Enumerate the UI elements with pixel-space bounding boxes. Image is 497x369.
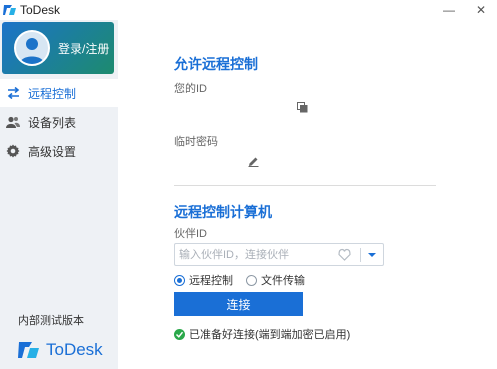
title-bar: ToDesk — ✕ xyxy=(0,0,497,20)
sidebar-item-advanced-settings[interactable]: 高级设置 xyxy=(0,137,118,165)
your-id-label: 您的ID xyxy=(174,83,207,95)
mode-remote-control-radio[interactable]: 远程控制 xyxy=(174,272,233,288)
sidebar-item-label: 远程控制 xyxy=(28,86,77,101)
brand-logo: ToDesk xyxy=(18,340,103,360)
clear-input-icon[interactable] xyxy=(338,248,351,261)
sidebar-item-device-list[interactable]: 设备列表 xyxy=(0,108,118,136)
avatar xyxy=(14,30,50,66)
window-title: ToDesk xyxy=(20,3,61,17)
mode-file-transfer-radio[interactable]: 文件传输 xyxy=(246,272,305,288)
remote-control-computer-title: 远程控制计算机 xyxy=(174,204,272,220)
pencil-icon[interactable] xyxy=(248,156,259,167)
users-icon xyxy=(6,115,20,129)
gear-icon xyxy=(6,144,20,158)
partner-id-combobox xyxy=(174,243,384,266)
minimize-button[interactable]: — xyxy=(433,0,465,20)
divider xyxy=(174,185,436,186)
copy-icon[interactable] xyxy=(297,102,308,113)
login-register-label: 登录/注册 xyxy=(58,41,110,56)
close-button[interactable]: ✕ xyxy=(465,0,497,20)
radio-label: 远程控制 xyxy=(189,275,233,287)
user-silhouette-icon xyxy=(20,38,44,64)
version-label: 内部测试版本 xyxy=(18,315,84,327)
sidebar-item-label: 设备列表 xyxy=(28,115,77,130)
check-circle-icon xyxy=(174,328,185,340)
swap-arrows-icon xyxy=(6,86,20,100)
chevron-down-icon[interactable] xyxy=(367,248,377,261)
sidebar: 登录/注册 远程控制 设备列表 高级设置 内部测试版本 ToDesk xyxy=(0,20,118,369)
sidebar-item-remote-control[interactable]: 远程控制 xyxy=(0,79,118,107)
todesk-logo-icon xyxy=(18,342,39,358)
todesk-logo-icon xyxy=(3,5,16,15)
temp-password-label: 临时密码 xyxy=(174,136,218,148)
partner-id-input[interactable] xyxy=(179,244,334,265)
allow-remote-title: 允许远程控制 xyxy=(174,56,258,72)
radio-button[interactable] xyxy=(246,274,257,286)
partner-id-label: 伙伴ID xyxy=(174,228,207,240)
radio-label: 文件传输 xyxy=(261,275,305,287)
separator xyxy=(360,248,361,262)
window-controls: — ✕ xyxy=(433,0,497,20)
status-text: 已准备好连接(端到端加密已启用) xyxy=(189,329,351,341)
sidebar-item-label: 高级设置 xyxy=(28,144,77,159)
connect-button[interactable]: 连接 xyxy=(174,292,303,316)
login-card[interactable]: 登录/注册 xyxy=(2,22,114,74)
connection-status: 已准备好连接(端到端加密已启用) xyxy=(174,326,350,342)
brand-name: ToDesk xyxy=(46,340,103,359)
main-panel: 允许远程控制 您的ID 临时密码 远程控制计算机 伙伴ID 远程控制 文件传输 … xyxy=(118,20,497,369)
radio-button-selected[interactable] xyxy=(174,274,185,286)
